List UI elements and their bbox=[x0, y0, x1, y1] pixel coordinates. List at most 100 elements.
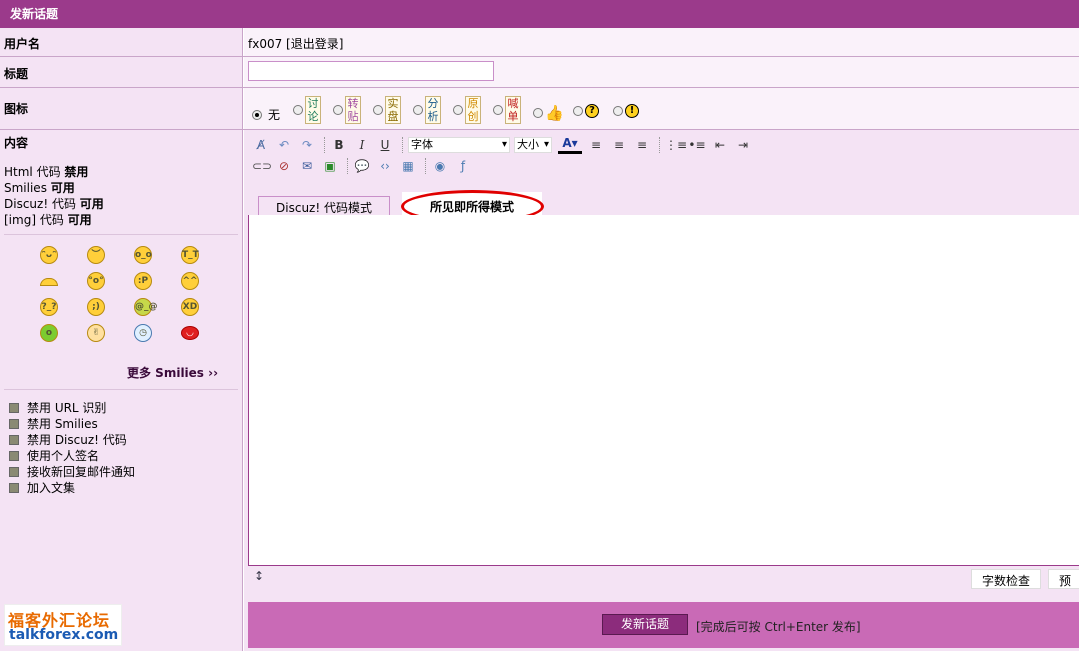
checkbox[interactable] bbox=[9, 434, 19, 445]
smiley-blush-icon[interactable]: ^^ bbox=[181, 272, 199, 290]
word-count-button[interactable]: 字数检查 bbox=[971, 569, 1042, 589]
radio-original[interactable] bbox=[453, 105, 463, 115]
media-icon[interactable]: ◉ bbox=[431, 157, 449, 175]
redo-icon[interactable]: ↷ bbox=[298, 136, 316, 154]
radio-question[interactable] bbox=[573, 106, 583, 116]
option-add-to-collection[interactable]: 加入文集 bbox=[9, 479, 75, 496]
icon-none-label: 无 bbox=[268, 108, 281, 122]
toolbar-row-2: ⊂⊃ ⊘ ✉ ▣ 💬 ‹› ▦ ◉ ƒ bbox=[252, 157, 477, 175]
html-code-state: 禁用 bbox=[64, 165, 89, 179]
smiley-sad-icon[interactable]: ︶ bbox=[87, 246, 105, 264]
option-disable-url[interactable]: 禁用 URL 识别 bbox=[9, 399, 106, 416]
underline-icon[interactable]: U bbox=[376, 136, 394, 154]
icon-option-discuss[interactable]: 讨论 bbox=[293, 96, 321, 124]
option-use-signature[interactable]: 使用个人签名 bbox=[9, 447, 99, 464]
preview-button[interactable]: 预览 bbox=[1048, 569, 1079, 589]
radio-none[interactable] bbox=[252, 109, 262, 120]
smiley-shock-icon[interactable]: o_o bbox=[134, 246, 152, 264]
smiley-laugh-icon[interactable]: XD bbox=[181, 298, 199, 316]
icon-option-thumb[interactable]: 👍 bbox=[533, 104, 564, 122]
editor-bottom-bar: ↕ 字数检查 预览 bbox=[248, 567, 1079, 595]
smiley-figure-icon[interactable]: o bbox=[40, 324, 58, 342]
icon-option-live-trade[interactable]: 实盘 bbox=[373, 96, 401, 124]
icon-option-exclamation[interactable]: ! bbox=[613, 104, 639, 118]
option-disable-smilies[interactable]: 禁用 Smilies bbox=[9, 415, 98, 432]
indent-icon[interactable]: ⇥ bbox=[734, 136, 752, 154]
username-value[interactable]: fx007 [退出登录] bbox=[248, 35, 343, 52]
font-select[interactable]: 字体 bbox=[408, 137, 510, 153]
checkbox[interactable] bbox=[9, 418, 19, 429]
lips-icon[interactable]: ◡ bbox=[181, 326, 199, 340]
radio-analysis[interactable] bbox=[413, 105, 423, 115]
img-code-state: 可用 bbox=[67, 213, 92, 227]
radio-thumb[interactable] bbox=[533, 108, 543, 118]
call-order-stamp-icon: 喊单 bbox=[505, 96, 521, 124]
radio-repost[interactable] bbox=[333, 105, 343, 115]
logo-domain: talkforex.com bbox=[9, 627, 119, 643]
quote-icon[interactable]: 💬 bbox=[353, 157, 371, 175]
smiley-surprise-icon[interactable]: °o° bbox=[87, 272, 105, 290]
checkbox[interactable] bbox=[9, 402, 19, 413]
smiley-sick-icon[interactable]: @_@ bbox=[134, 298, 158, 316]
title-input[interactable] bbox=[248, 61, 494, 81]
size-select[interactable]: 大小 bbox=[514, 137, 552, 153]
smiley-tongue-icon[interactable]: :P bbox=[134, 272, 152, 290]
flash-icon[interactable]: ƒ bbox=[454, 157, 472, 175]
option-label: 禁用 URL 识别 bbox=[27, 401, 107, 415]
analysis-stamp-icon: 分析 bbox=[425, 96, 441, 124]
align-center-icon[interactable]: ≡ bbox=[610, 136, 628, 154]
link-icon[interactable]: ⊂⊃ bbox=[252, 157, 272, 175]
tab-discuz-code[interactable]: Discuz! 代码模式 bbox=[258, 196, 390, 215]
radio-exclamation[interactable] bbox=[613, 106, 623, 116]
email-icon[interactable]: ✉ bbox=[298, 157, 316, 175]
editor-area: A̸ ↶ ↷ B I U 字体 大小 A▾ ≡ ≡ ≡ ⋮≡ •≡ ⇤ ⇥ ⊂⊃… bbox=[244, 130, 1079, 651]
more-smilies-link[interactable]: 更多 Smilies ›› bbox=[127, 364, 218, 381]
radio-live-trade[interactable] bbox=[373, 105, 383, 115]
option-label: 使用个人签名 bbox=[27, 449, 100, 463]
smiley-cry-icon[interactable]: T_T bbox=[181, 246, 199, 264]
text-color-icon[interactable]: A▾ bbox=[558, 136, 582, 154]
clear-format-icon[interactable]: A̸ bbox=[252, 136, 270, 154]
icon-option-analysis[interactable]: 分析 bbox=[413, 96, 441, 124]
username-value-cell: fx007 [退出登录] bbox=[244, 28, 1079, 56]
option-email-notify[interactable]: 接收新回复邮件通知 bbox=[9, 463, 135, 480]
editor-textarea[interactable] bbox=[248, 215, 1079, 566]
undo-icon[interactable]: ↶ bbox=[275, 136, 293, 154]
icon-option-repost[interactable]: 转贴 bbox=[333, 96, 361, 124]
outdent-icon[interactable]: ⇤ bbox=[711, 136, 729, 154]
toolbar-separator bbox=[324, 137, 327, 153]
victory-hand-icon[interactable]: ✌ bbox=[87, 324, 105, 342]
clock-icon[interactable]: ◷ bbox=[134, 324, 152, 342]
smiley-wink-icon[interactable]: ;) bbox=[87, 298, 105, 316]
checkbox[interactable] bbox=[9, 450, 19, 461]
checkbox[interactable] bbox=[9, 466, 19, 477]
image-icon[interactable]: ▣ bbox=[321, 157, 339, 175]
align-left-icon[interactable]: ≡ bbox=[587, 136, 605, 154]
bold-icon[interactable]: B bbox=[330, 136, 348, 154]
table-icon[interactable]: ▦ bbox=[399, 157, 417, 175]
smiley-think-icon[interactable]: ?_? bbox=[40, 298, 58, 316]
option-disable-discuz-code[interactable]: 禁用 Discuz! 代码 bbox=[9, 431, 127, 448]
radio-discuss[interactable] bbox=[293, 105, 303, 115]
html-code-label: Html 代码 bbox=[4, 165, 61, 179]
icon-option-question[interactable]: ? bbox=[573, 104, 599, 118]
unlink-icon[interactable]: ⊘ bbox=[275, 157, 293, 175]
resize-handle-icon[interactable]: ↕ bbox=[254, 569, 264, 583]
submit-topic-button[interactable]: 发新话题 bbox=[602, 614, 688, 635]
original-stamp-icon: 原创 bbox=[465, 96, 481, 124]
option-label: 加入文集 bbox=[27, 481, 76, 495]
icon-option-none[interactable]: 无 bbox=[252, 106, 280, 123]
align-right-icon[interactable]: ≡ bbox=[633, 136, 651, 154]
checkbox[interactable] bbox=[9, 482, 19, 493]
site-logo: 福客外汇论坛 talkforex.com bbox=[4, 604, 122, 646]
icon-option-call-order[interactable]: 喊单 bbox=[493, 96, 521, 124]
unordered-list-icon[interactable]: •≡ bbox=[688, 136, 706, 154]
italic-icon[interactable]: I bbox=[353, 136, 371, 154]
smiley-grin-icon[interactable]: ᵔᴗᵔ bbox=[40, 246, 58, 264]
icon-option-original[interactable]: 原创 bbox=[453, 96, 481, 124]
ordered-list-icon[interactable]: ⋮≡ bbox=[665, 136, 687, 154]
content-sidebar: 内容 Html 代码 禁用 Smilies 可用 Discuz! 代码 可用 [… bbox=[0, 130, 243, 651]
radio-call-order[interactable] bbox=[493, 105, 503, 115]
smiley-peek-icon[interactable] bbox=[40, 278, 58, 286]
code-icon[interactable]: ‹› bbox=[376, 157, 394, 175]
